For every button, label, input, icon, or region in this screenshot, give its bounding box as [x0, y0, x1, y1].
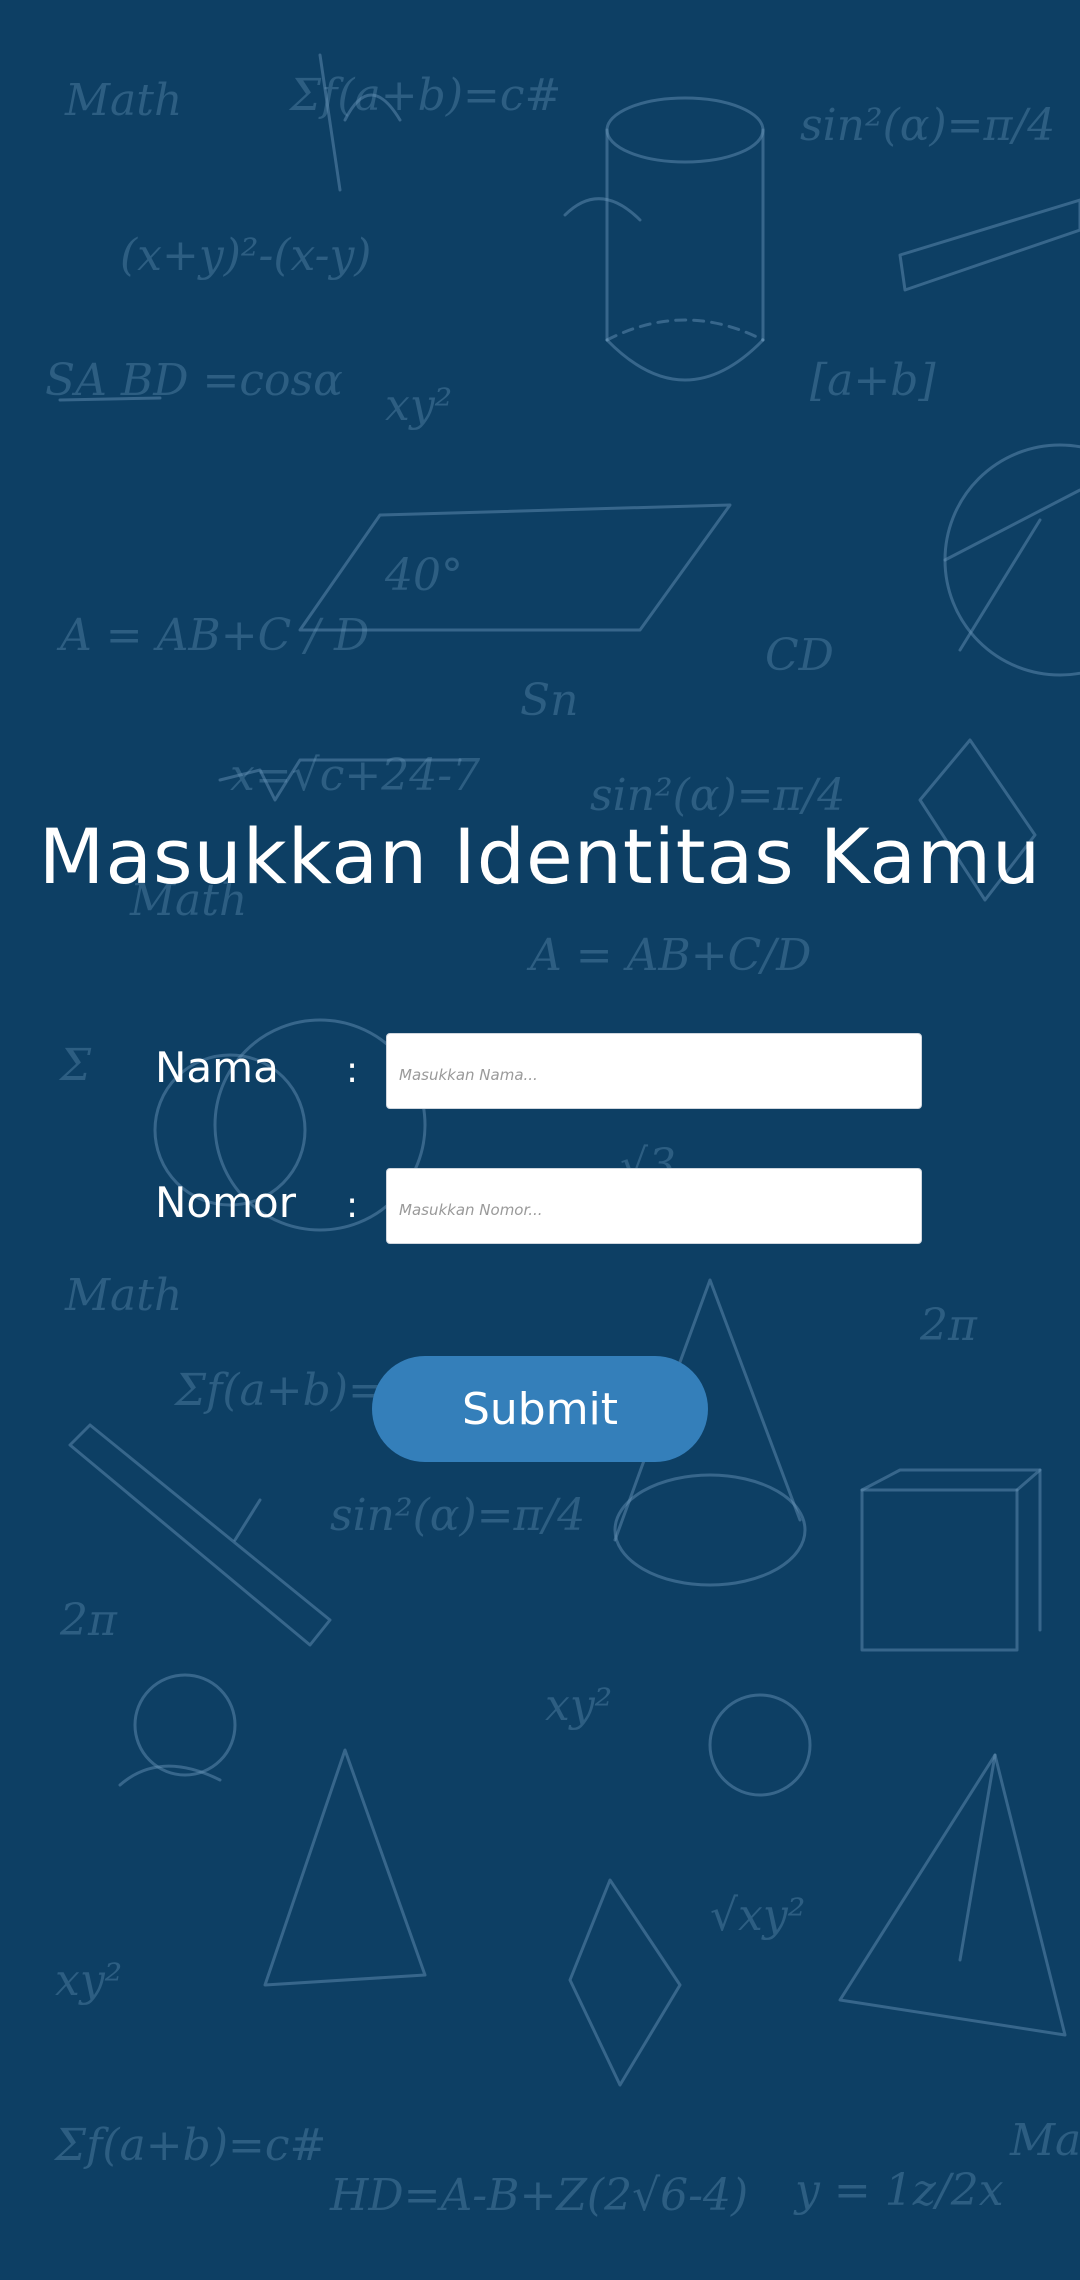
page-title: Masukkan Identitas Kamu [38, 812, 1042, 901]
name-label: Nama [155, 1043, 279, 1092]
number-label: Nomor [155, 1178, 296, 1227]
submit-button[interactable]: Submit [372, 1356, 708, 1462]
number-input[interactable] [386, 1168, 922, 1244]
name-input[interactable] [386, 1033, 922, 1109]
name-colon: : [346, 1050, 359, 1091]
number-colon: : [346, 1185, 359, 1226]
identity-form-screen: Masukkan Identitas Kamu Nama : Nomor : S… [0, 0, 1080, 2280]
